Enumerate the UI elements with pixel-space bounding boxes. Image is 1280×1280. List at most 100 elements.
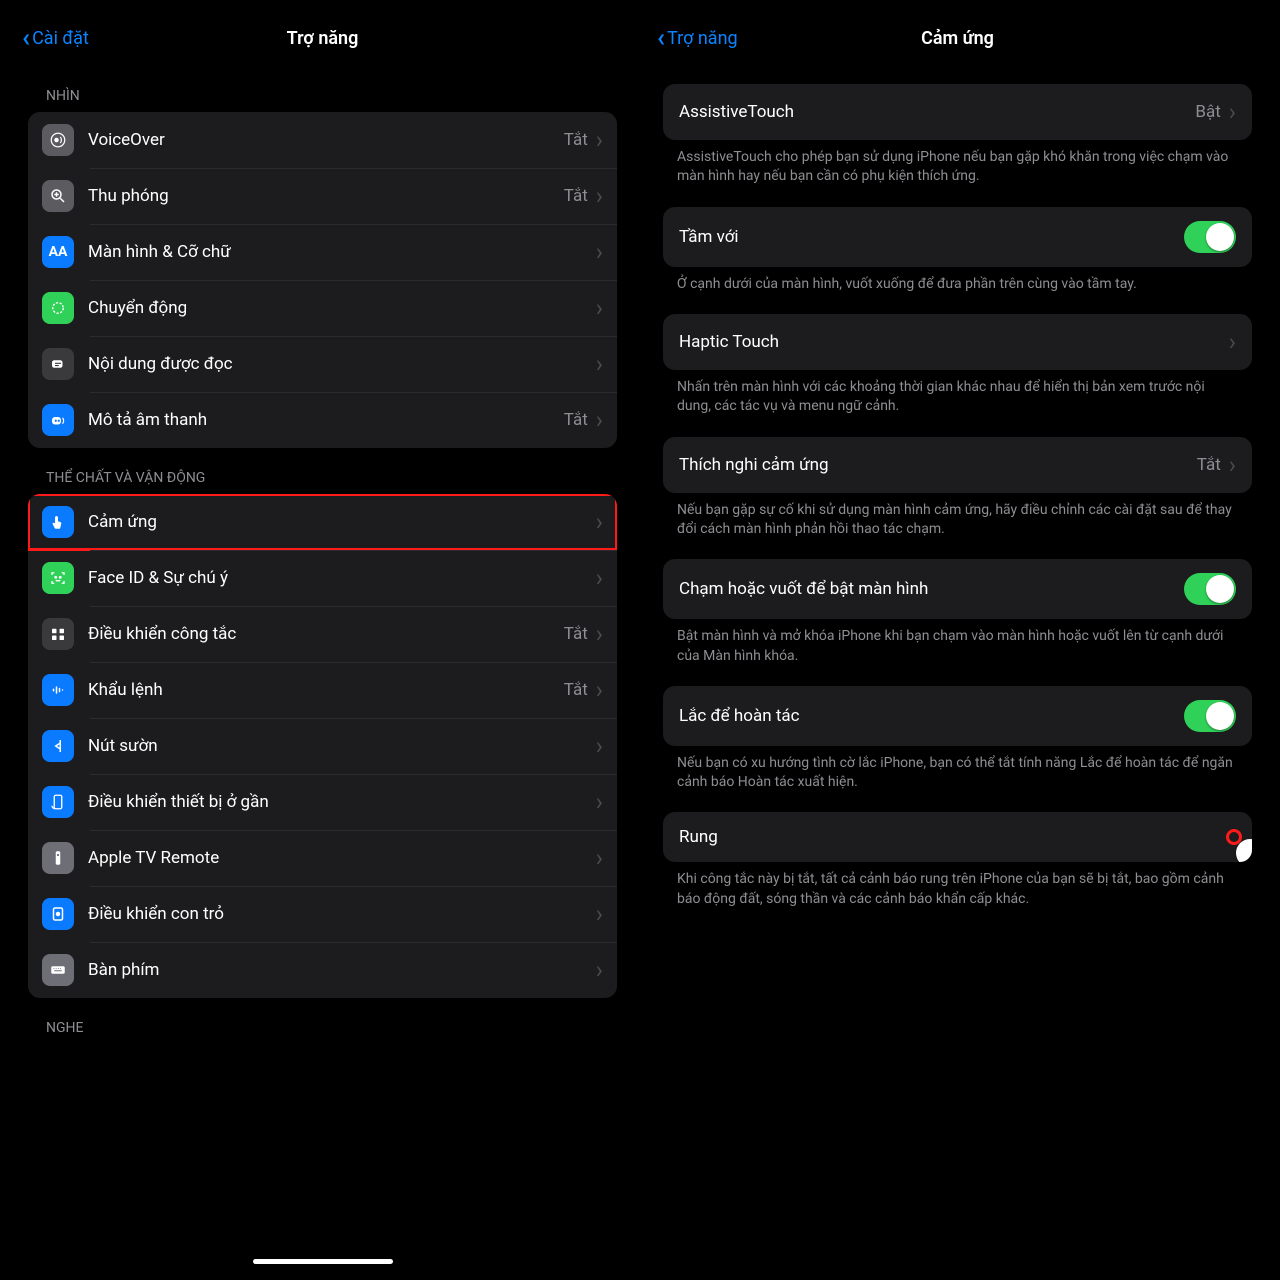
back-button[interactable]: ‹ Cài đặt xyxy=(22,25,89,51)
row-assistivetouch[interactable]: AssistiveTouch Bật › xyxy=(663,84,1252,140)
phone-touch: ‹ Trợ năng Cảm ứng AssistiveTouch Bật › … xyxy=(645,10,1270,1270)
chevron-right-icon: › xyxy=(1229,451,1236,479)
footer-shake-to-undo: Nếu bạn có xu hướng tình cờ lắc iPhone, … xyxy=(645,746,1270,813)
row-label: Apple TV Remote xyxy=(88,848,594,868)
group-vibration: Rung xyxy=(663,812,1252,862)
chevron-right-icon: › xyxy=(596,564,603,592)
chevron-right-icon: › xyxy=(596,788,603,816)
toggle-tap-to-wake[interactable] xyxy=(1184,573,1236,605)
back-label: Trợ năng xyxy=(667,28,738,49)
section-header-hearing: NGHE xyxy=(10,998,635,1044)
chevron-right-icon: › xyxy=(596,350,603,378)
row-faceid[interactable]: Face ID & Sự chú ý › xyxy=(28,550,617,606)
faceid-icon xyxy=(42,562,74,594)
row-touch-accommodations[interactable]: Thích nghi cảm ứng Tắt › xyxy=(663,437,1252,493)
phone-accessibility: ‹ Cài đặt Trợ năng NHÌN VoiceOver Tắt › … xyxy=(10,10,635,1270)
group-shake-to-undo: Lắc để hoàn tác xyxy=(663,686,1252,746)
chevron-right-icon: › xyxy=(596,844,603,872)
row-label: Điều khiển thiết bị ở gần xyxy=(88,792,594,812)
page-title: Cảm ứng xyxy=(921,28,994,49)
scroll-area[interactable]: NHÌN VoiceOver Tắt › Thu phóng Tắt › AA … xyxy=(10,66,635,1270)
motion-icon xyxy=(42,292,74,324)
group-assistivetouch: AssistiveTouch Bật › xyxy=(663,84,1252,140)
row-motion[interactable]: Chuyển động › xyxy=(28,280,617,336)
toggle-shake-to-undo[interactable] xyxy=(1184,700,1236,732)
toggle-reachability[interactable] xyxy=(1184,221,1236,253)
page-title: Trợ năng xyxy=(287,28,359,49)
row-shake-to-undo[interactable]: Lắc để hoàn tác xyxy=(663,686,1252,746)
row-label: Khẩu lệnh xyxy=(88,680,564,700)
row-label: Điều khiển công tắc xyxy=(88,624,564,644)
row-voice-control[interactable]: Khẩu lệnh Tắt › xyxy=(28,662,617,718)
chevron-right-icon: › xyxy=(596,238,603,266)
row-spoken-content[interactable]: Nội dung được đọc › xyxy=(28,336,617,392)
row-value: Bật xyxy=(1195,102,1220,122)
chevron-right-icon: › xyxy=(596,676,603,704)
group-haptic-touch: Haptic Touch › xyxy=(663,314,1252,370)
voiceover-icon xyxy=(42,124,74,156)
keyboard-icon xyxy=(42,954,74,986)
chevron-left-icon: ‹ xyxy=(22,25,30,51)
row-side-button[interactable]: Nút sườn › xyxy=(28,718,617,774)
chevron-right-icon: › xyxy=(596,508,603,536)
row-display-text[interactable]: AA Màn hình & Cỡ chữ › xyxy=(28,224,617,280)
audio-desc-icon xyxy=(42,404,74,436)
row-value: Tắt xyxy=(564,186,588,206)
row-vibration[interactable]: Rung xyxy=(663,812,1252,862)
row-label: Điều khiển con trỏ xyxy=(88,904,594,924)
zoom-icon xyxy=(42,180,74,212)
chevron-right-icon: › xyxy=(596,732,603,760)
row-value: Tắt xyxy=(564,624,588,644)
row-reachability[interactable]: Tầm với xyxy=(663,207,1252,267)
row-label: Thu phóng xyxy=(88,186,564,206)
row-label: Cảm ứng xyxy=(88,512,594,532)
back-label: Cài đặt xyxy=(32,28,89,49)
row-value: Tắt xyxy=(564,410,588,430)
footer-touch-accommodations: Nếu bạn gặp sự cố khi sử dụng màn hình c… xyxy=(645,493,1270,560)
home-indicator[interactable] xyxy=(253,1259,393,1264)
section-header-vision: NHÌN xyxy=(10,66,635,112)
section-header-physical: THỂ CHẤT VÀ VẬN ĐỘNG xyxy=(10,448,635,494)
nav-bar: ‹ Trợ năng Cảm ứng xyxy=(645,10,1270,66)
apple-tv-remote-icon xyxy=(42,842,74,874)
group-reachability: Tầm với xyxy=(663,207,1252,267)
voice-control-icon xyxy=(42,674,74,706)
row-nearby-devices[interactable]: Điều khiển thiết bị ở gần › xyxy=(28,774,617,830)
spoken-content-icon xyxy=(42,348,74,380)
row-label: Tầm với xyxy=(679,227,1184,247)
row-audio-descriptions[interactable]: Mô tả âm thanh Tắt › xyxy=(28,392,617,448)
scroll-area[interactable]: AssistiveTouch Bật › AssistiveTouch cho … xyxy=(645,66,1270,1270)
row-zoom[interactable]: Thu phóng Tắt › xyxy=(28,168,617,224)
row-haptic-touch[interactable]: Haptic Touch › xyxy=(663,314,1252,370)
row-apple-tv-remote[interactable]: Apple TV Remote › xyxy=(28,830,617,886)
back-button[interactable]: ‹ Trợ năng xyxy=(657,25,738,51)
chevron-right-icon: › xyxy=(596,182,603,210)
switch-control-icon xyxy=(42,618,74,650)
row-tap-to-wake[interactable]: Chạm hoặc vuốt để bật màn hình xyxy=(663,559,1252,619)
row-touch[interactable]: Cảm ứng › xyxy=(28,494,617,550)
row-label: Lắc để hoàn tác xyxy=(679,706,1184,726)
row-switch-control[interactable]: Điều khiển công tắc Tắt › xyxy=(28,606,617,662)
chevron-right-icon: › xyxy=(596,126,603,154)
chevron-right-icon: › xyxy=(596,406,603,434)
row-label: Chạm hoặc vuốt để bật màn hình xyxy=(679,579,1184,599)
highlight-vibration-toggle xyxy=(1232,835,1236,839)
group-tap-to-wake: Chạm hoặc vuốt để bật màn hình xyxy=(663,559,1252,619)
row-label: Màn hình & Cỡ chữ xyxy=(88,242,594,262)
row-label: Nội dung được đọc xyxy=(88,354,594,374)
chevron-right-icon: › xyxy=(596,620,603,648)
row-pointer-control[interactable]: Điều khiển con trỏ › xyxy=(28,886,617,942)
group-physical: Cảm ứng › Face ID & Sự chú ý › Điều khiể… xyxy=(28,494,617,998)
chevron-left-icon: ‹ xyxy=(657,25,665,51)
nearby-device-icon xyxy=(42,786,74,818)
row-keyboard[interactable]: Bàn phím › xyxy=(28,942,617,998)
footer-assistivetouch: AssistiveTouch cho phép bạn sử dụng iPho… xyxy=(645,140,1270,207)
chevron-right-icon: › xyxy=(596,294,603,322)
row-label: AssistiveTouch xyxy=(679,102,1195,122)
chevron-right-icon: › xyxy=(1229,328,1236,356)
row-voiceover[interactable]: VoiceOver Tắt › xyxy=(28,112,617,168)
touch-icon xyxy=(42,506,74,538)
side-button-icon xyxy=(42,730,74,762)
row-label: Rung xyxy=(679,827,1232,847)
text-size-icon: AA xyxy=(42,236,74,268)
